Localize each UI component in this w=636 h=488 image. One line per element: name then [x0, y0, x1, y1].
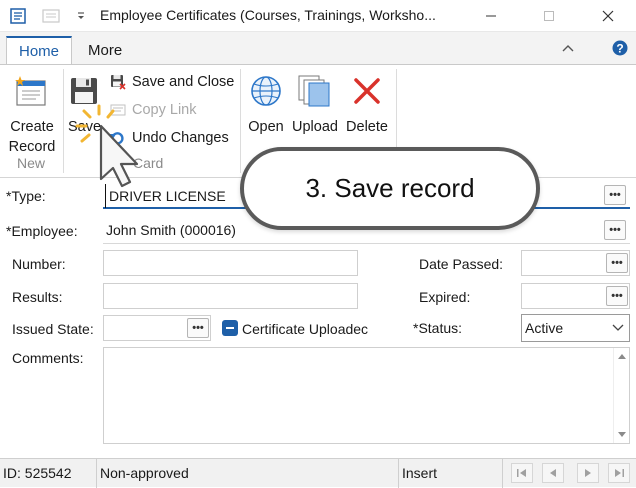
create-record-label-1: Create	[10, 119, 54, 135]
create-record-icon	[15, 76, 46, 106]
quick-access-icon[interactable]	[42, 8, 60, 24]
status-bar: ID: 525542 Non-approved Insert	[0, 458, 636, 488]
type-label: *Type:	[6, 188, 46, 204]
employee-lookup-button[interactable]: •••	[604, 220, 626, 240]
last-record-icon	[615, 469, 624, 477]
status-select[interactable]: Active	[521, 314, 630, 342]
expired-field[interactable]: •••	[521, 283, 630, 309]
results-label: Results:	[12, 289, 63, 305]
maximize-icon	[544, 11, 554, 21]
click-pointer-icon	[75, 104, 139, 188]
tutorial-callout: 3. Save record	[240, 147, 540, 230]
previous-record-icon	[550, 469, 556, 477]
date-passed-field[interactable]: •••	[521, 250, 630, 276]
maximize-button[interactable]	[526, 0, 572, 32]
certificate-uploaded-checkbox[interactable]	[222, 320, 238, 336]
comments-textarea[interactable]	[103, 347, 630, 444]
close-icon	[602, 10, 614, 22]
globe-icon	[251, 76, 281, 106]
comments-scrollbar[interactable]	[613, 348, 629, 443]
status-label: *Status:	[413, 320, 463, 336]
ribbon-separator	[240, 69, 241, 173]
delete-label: Delete	[346, 119, 388, 135]
next-record-button[interactable]	[577, 463, 599, 483]
date-passed-picker-button[interactable]: •••	[606, 253, 628, 273]
minimize-button[interactable]	[468, 0, 514, 32]
save-and-close-button[interactable]: Save and Close	[110, 70, 234, 94]
delete-x-icon	[354, 78, 380, 104]
create-record-button[interactable]: Create Record	[4, 71, 60, 155]
upload-button[interactable]: Upload	[288, 71, 342, 137]
open-label: Open	[248, 119, 284, 135]
results-input[interactable]	[103, 283, 358, 309]
window-title: Employee Certificates (Courses, Training…	[100, 7, 436, 23]
upload-label: Upload	[292, 119, 338, 135]
date-passed-label: Date Passed:	[419, 256, 504, 272]
tab-more[interactable]: More	[76, 36, 134, 64]
callout-text: 3. Save record	[305, 173, 475, 203]
number-label: Number:	[12, 256, 66, 272]
app-form-icon	[10, 8, 26, 24]
chevron-down-icon	[612, 324, 624, 331]
scroll-down-icon[interactable]	[618, 432, 626, 438]
indeterminate-mark-icon	[226, 327, 234, 329]
minimize-icon	[486, 15, 496, 17]
create-record-label-2: Record	[8, 139, 56, 155]
title-bar: Employee Certificates (Courses, Training…	[0, 0, 636, 32]
save-floppy-icon	[71, 78, 97, 104]
employee-label: *Employee:	[6, 223, 78, 239]
next-record-icon	[585, 469, 591, 477]
employee-value: John Smith (000016)	[106, 222, 236, 238]
ribbon-separator	[63, 69, 64, 173]
issued-state-lookup-button[interactable]: •••	[187, 318, 209, 338]
open-button[interactable]: Open	[244, 71, 288, 137]
upload-documents-icon	[298, 75, 330, 107]
ribbon-tab-bar: Home More ?	[0, 32, 636, 64]
approval-status: Non-approved	[97, 459, 399, 488]
expired-picker-button[interactable]: •••	[606, 286, 628, 306]
quick-access-dropdown-icon[interactable]	[76, 11, 86, 21]
group-label-new: New	[17, 155, 46, 171]
record-id: ID: 525542	[0, 459, 97, 488]
svg-text:?: ?	[616, 42, 623, 56]
delete-button[interactable]: Delete	[342, 71, 392, 137]
help-icon[interactable]: ?	[612, 40, 628, 56]
scroll-up-icon[interactable]	[618, 353, 626, 359]
save-and-close-label: Save and Close	[132, 74, 235, 90]
save-and-close-icon	[111, 75, 126, 90]
collapse-ribbon-icon[interactable]	[562, 44, 574, 52]
number-input[interactable]	[103, 250, 358, 276]
first-record-button[interactable]	[511, 463, 533, 483]
tab-home[interactable]: Home	[6, 36, 73, 64]
comments-label: Comments:	[12, 350, 84, 366]
status-value: Active	[525, 320, 564, 336]
certificate-uploaded-label: Certificate Uploadec	[242, 321, 369, 337]
type-lookup-button[interactable]: •••	[604, 185, 626, 205]
close-button[interactable]	[585, 0, 631, 32]
first-record-icon	[517, 469, 526, 477]
issued-state-field[interactable]: •••	[103, 315, 211, 341]
previous-record-button[interactable]	[542, 463, 564, 483]
last-record-button[interactable]	[608, 463, 630, 483]
issued-state-label: Issued State:	[12, 321, 94, 337]
record-mode: Insert	[399, 459, 503, 488]
expired-label: Expired:	[419, 289, 471, 305]
